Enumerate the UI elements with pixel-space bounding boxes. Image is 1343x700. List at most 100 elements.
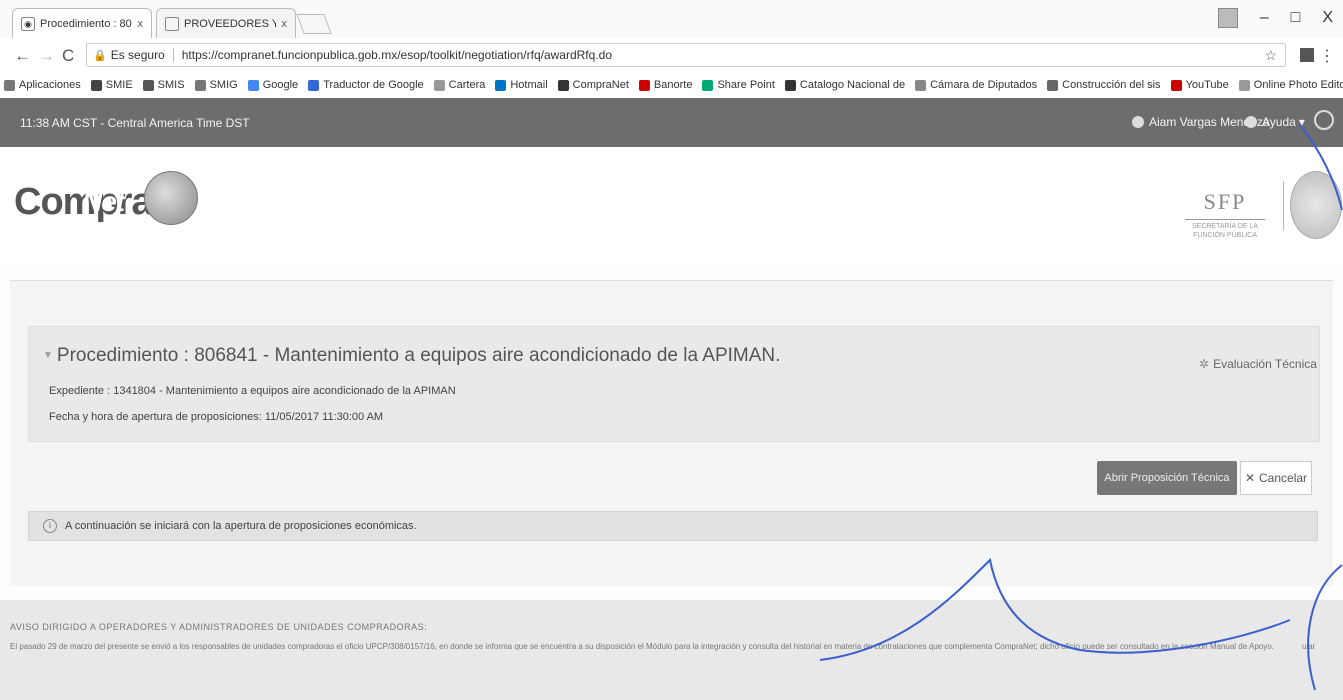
bookmark-item[interactable]: Cámara de Diputados [915, 79, 1037, 91]
bookmark-item[interactable]: Share Point [702, 79, 775, 91]
procedure-panel: ▼ Procedimiento : 806841 - Mantenimiento … [28, 326, 1320, 442]
cancel-label: Cancelar [1259, 471, 1308, 485]
info-icon: i [43, 519, 57, 533]
translate-icon [308, 79, 320, 91]
bookmark-item[interactable]: Traductor de Google [308, 79, 424, 91]
evaluacion-tecnica-link[interactable]: ✲ Evaluación Técnica [1199, 357, 1317, 371]
apps-icon [4, 79, 15, 91]
bookmark-item[interactable]: Catalogo Nacional de [784, 79, 906, 91]
bookmark-label: Online Photo Editor [1253, 79, 1343, 91]
secure-label: Es seguro [111, 48, 174, 62]
smig-icon [194, 79, 206, 91]
notice-link[interactable]: ular [1302, 642, 1315, 651]
bookmark-label: Cartera [448, 79, 486, 91]
logo-net: Net [82, 186, 125, 217]
bookmark-label: Catalogo Nacional de [799, 79, 906, 91]
smis-icon [142, 79, 154, 91]
bookmark-item[interactable]: Aplicaciones [4, 79, 81, 91]
camara-icon [915, 79, 927, 91]
sharepoint-icon [702, 79, 714, 91]
reload-icon[interactable]: C [62, 46, 74, 66]
procedure-title-text: Procedimiento : 806841 - Mantenimiento a… [56, 345, 781, 366]
sfp-subtitle: SECRETARÍA DE LA FUNCIÓN PÚBLICA [1185, 219, 1265, 240]
bookmark-label: YouTube [1185, 79, 1229, 91]
close-icon[interactable]: x [138, 18, 144, 30]
bookmark-item[interactable]: YouTube [1170, 79, 1229, 91]
lock-icon: 🔒 [93, 49, 107, 62]
help-icon [1245, 116, 1257, 128]
tab-procedimiento[interactable]: ◉ Procedimiento : 806841 x [12, 8, 152, 38]
tab-label: Procedimiento : 806841 [40, 17, 132, 30]
sfp-logo: SFP SECRETARÍA DE LA FUNCIÓN PÚBLICA [1175, 189, 1275, 240]
notice-title: AVISO DIRIGIDO A OPERADORES Y ADMINISTRA… [10, 622, 428, 632]
maximize-button[interactable]: □ [1291, 9, 1301, 27]
time-display: 11:38 AM CST - Central America Time DST [20, 116, 250, 130]
close-icon[interactable]: x [282, 18, 288, 30]
bookmark-item[interactable]: SMIE [90, 79, 133, 91]
bookmark-item[interactable]: Google [247, 79, 299, 91]
bookmark-item[interactable]: Cartera [433, 79, 486, 91]
fecha-apertura-text: Fecha y hora de apertura de proposicione… [49, 411, 384, 423]
cancel-button[interactable]: ✕ Cancelar [1240, 461, 1312, 495]
bookmark-item[interactable]: SMIS [142, 79, 185, 91]
seal-icon [1290, 171, 1342, 239]
notice-text: El pasado 29 de marzo del presente se en… [10, 642, 1274, 651]
page-icon: ◉ [21, 16, 35, 31]
info-message-bar: i A continuación se iniciará con la aper… [28, 511, 1318, 541]
youtube-icon [1170, 79, 1182, 91]
new-tab-button[interactable] [296, 14, 332, 34]
extension-icon[interactable] [1300, 48, 1314, 62]
bookmark-item[interactable]: Online Photo Editor [1238, 79, 1343, 91]
help-menu[interactable]: Ayuda ▾ [1245, 115, 1305, 129]
bookmarks-bar: Aplicaciones SMIE SMIS SMIG Google Traductor … [0, 72, 1343, 99]
compranet-logo[interactable]: Compra Net [14, 171, 198, 231]
url-text[interactable]: https://compranet.funcionpublica.gob.mx/… [182, 48, 612, 62]
bookmark-star-icon[interactable]: ☆ [1264, 47, 1277, 64]
banorte-icon [638, 79, 650, 91]
bookmark-item[interactable]: SMIG [194, 79, 238, 91]
window-controls: – □ X [1217, 8, 1333, 28]
profile-icon[interactable] [1217, 8, 1238, 28]
procedure-title[interactable]: ▼ Procedimiento : 806841 - Mantenimiento … [43, 345, 780, 367]
power-icon[interactable] [1314, 110, 1334, 130]
browser-tab-strip: ◉ Procedimiento : 806841 x PROVEEDORES Y… [0, 0, 1343, 38]
bookmark-item[interactable]: CompraNet [557, 79, 629, 91]
hotmail-icon [495, 79, 507, 91]
menu-icon[interactable]: ⋮ [1319, 46, 1335, 66]
address-bar: ← → C 🔒 Es seguro https://compranet.func… [0, 38, 1343, 73]
google-icon [247, 79, 259, 91]
bookmark-item[interactable]: Hotmail [495, 79, 548, 91]
tab-proveedores[interactable]: PROVEEDORES Y CONTI x [156, 8, 296, 38]
abrir-proposicion-button[interactable]: Abrir Proposición Técnica [1097, 461, 1237, 495]
chart-icon [90, 79, 102, 91]
bookmark-label: Share Point [717, 79, 775, 91]
settings-icon: ✲ [1199, 357, 1210, 371]
bookmark-label: CompraNet [572, 79, 629, 91]
bookmark-label: Cámara de Diputados [930, 79, 1038, 91]
bookmark-item[interactable]: Banorte [638, 79, 693, 91]
bookmark-label: SMIE [105, 79, 133, 91]
page-icon [433, 79, 445, 91]
back-icon[interactable]: ← [14, 46, 31, 66]
page-icon [1238, 79, 1250, 91]
bookmark-item[interactable]: Construcción del sis [1047, 79, 1161, 91]
brand-header: Compra Net SFP SECRETARÍA DE LA FUNCIÓN … [0, 147, 1343, 267]
globe-icon [143, 171, 198, 225]
forward-icon[interactable]: → [38, 46, 55, 66]
minimize-button[interactable]: – [1260, 9, 1269, 27]
bookmark-label: Banorte [653, 79, 693, 91]
bookmark-label: Hotmail [510, 79, 548, 91]
url-field[interactable]: 🔒 Es seguro https://compranet.funcionpub… [86, 43, 1286, 67]
compranet-icon [557, 79, 569, 91]
bookmark-label: Construcción del sis [1062, 79, 1161, 91]
page-icon [165, 16, 179, 31]
main-content: ▼ Procedimiento : 806841 - Mantenimiento … [10, 280, 1333, 586]
bookmark-label: Traductor de Google [323, 79, 424, 91]
close-icon: ✕ [1244, 471, 1256, 485]
help-label: Ayuda [1262, 115, 1296, 129]
tab-label: PROVEEDORES Y CONTI [184, 17, 276, 30]
chevron-down-icon: ▾ [1298, 115, 1305, 129]
bookmark-label: Google [262, 79, 299, 91]
collapse-icon[interactable]: ▼ [43, 350, 53, 361]
close-window-button[interactable]: X [1322, 9, 1333, 27]
